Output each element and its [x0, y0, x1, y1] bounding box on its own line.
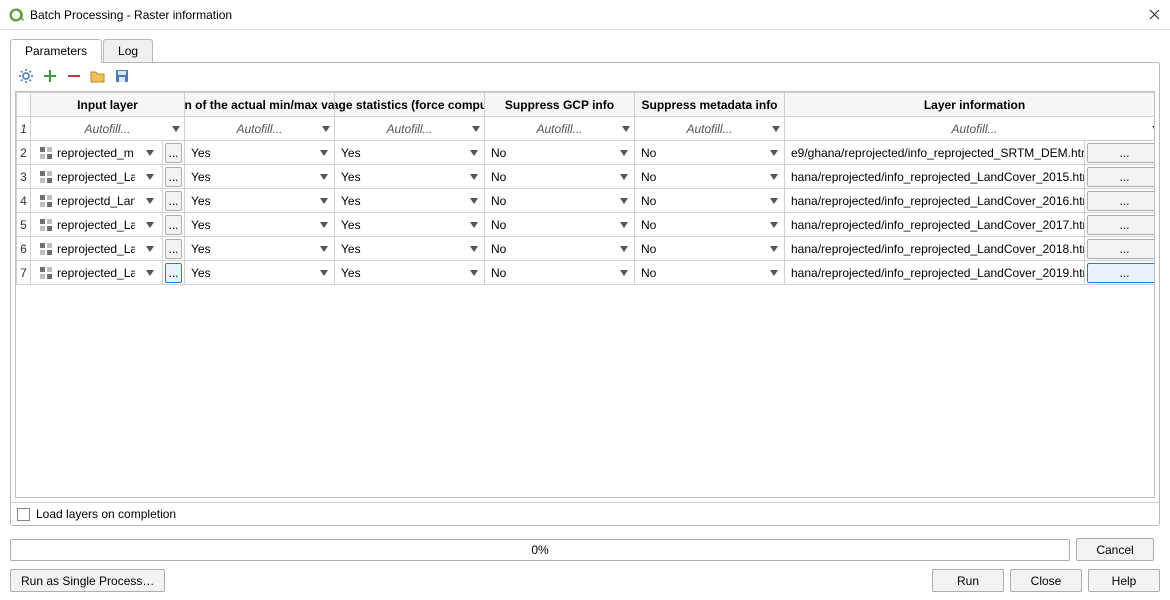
close-icon[interactable] [1146, 7, 1162, 23]
stats-combo[interactable]: Yes [335, 218, 484, 232]
gcp-combo[interactable]: No [485, 218, 634, 232]
advanced-icon[interactable] [17, 67, 35, 85]
input-layer-combo[interactable]: reprojected_La [33, 165, 160, 188]
raster-icon [39, 218, 53, 232]
remove-row-icon[interactable] [65, 67, 83, 85]
stats-combo[interactable]: Yes [335, 242, 484, 256]
add-row-icon[interactable] [41, 67, 59, 85]
output-path-field[interactable]: e9/ghana/reprojected/info_reprojected_SR… [785, 141, 1085, 165]
header-meta: Suppress metadata info [635, 93, 784, 116]
stats-combo[interactable]: Yes [335, 170, 484, 184]
meta-combo[interactable]: No [635, 242, 784, 256]
autofill-info[interactable]: Autofill... [785, 117, 1155, 140]
output-browse-button[interactable]: ... [1087, 143, 1155, 163]
help-button[interactable]: Help [1088, 569, 1160, 592]
row-number: 5 [17, 213, 31, 237]
progress-bar: 0% [10, 539, 1070, 561]
input-layer-combo[interactable]: reprojectd_Lan [33, 189, 160, 212]
qgis-icon [8, 7, 24, 23]
autofill-minmax[interactable]: Autofill... [185, 117, 334, 140]
stats-combo[interactable]: Yes [335, 194, 484, 208]
input-layer-combo[interactable]: reprojected_La [33, 237, 160, 260]
output-path-field[interactable]: hana/reprojected/info_reprojected_LandCo… [785, 213, 1085, 237]
minmax-combo[interactable]: Yes [185, 266, 334, 280]
cancel-button[interactable]: Cancel [1076, 538, 1154, 561]
run-button[interactable]: Run [932, 569, 1004, 592]
input-browse-button[interactable]: ... [165, 167, 182, 187]
output-path-field[interactable]: hana/reprojected/info_reprojected_LandCo… [785, 165, 1085, 189]
meta-combo[interactable]: No [635, 266, 784, 280]
autofill-gcp[interactable]: Autofill... [485, 117, 634, 140]
input-layer-combo[interactable]: reprojected_La [33, 261, 160, 284]
output-browse-button[interactable]: ... [1087, 167, 1155, 187]
header-minmax: n of the actual min/max va [185, 93, 334, 116]
footer: 0% Cancel Run as Single Process… Run Clo… [0, 532, 1170, 600]
output-browse-button[interactable]: ... [1087, 263, 1155, 283]
input-browse-button[interactable]: ... [165, 215, 182, 235]
row-number: 7 [17, 261, 31, 285]
gcp-combo[interactable]: No [485, 146, 634, 160]
toolbar [11, 63, 1159, 89]
input-browse-button[interactable]: ... [165, 191, 182, 211]
meta-combo[interactable]: No [635, 146, 784, 160]
minmax-combo[interactable]: Yes [185, 218, 334, 232]
input-browse-button[interactable]: ... [165, 239, 182, 259]
input-browse-button[interactable]: ... [165, 263, 182, 283]
gcp-combo[interactable]: No [485, 194, 634, 208]
gcp-combo[interactable]: No [485, 242, 634, 256]
save-icon[interactable] [113, 67, 131, 85]
gcp-combo[interactable]: No [485, 266, 634, 280]
autofill-meta[interactable]: Autofill... [635, 117, 784, 140]
raster-icon [39, 242, 53, 256]
stats-combo[interactable]: Yes [335, 266, 484, 280]
header-info: Layer information [785, 93, 1155, 116]
minmax-combo[interactable]: Yes [185, 170, 334, 184]
minmax-combo[interactable]: Yes [185, 242, 334, 256]
input-layer-combo[interactable]: reprojected_m [33, 141, 160, 164]
load-on-completion-row: Load layers on completion [11, 502, 1159, 525]
autofill-stats[interactable]: Autofill... [335, 117, 484, 140]
raster-icon [39, 170, 53, 184]
output-browse-button[interactable]: ... [1087, 215, 1155, 235]
row-number: 6 [17, 237, 31, 261]
open-icon[interactable] [89, 67, 107, 85]
header-stats: age statistics (force compu [335, 93, 484, 116]
header-gcp: Suppress GCP info [485, 93, 634, 116]
output-path-field[interactable]: hana/reprojected/info_reprojected_LandCo… [785, 261, 1085, 285]
gcp-combo[interactable]: No [485, 170, 634, 184]
minmax-combo[interactable]: Yes [185, 194, 334, 208]
window-title: Batch Processing - Raster information [30, 8, 1146, 22]
meta-combo[interactable]: No [635, 218, 784, 232]
meta-combo[interactable]: No [635, 170, 784, 184]
tab-panel: Input layer n of the actual min/max va a… [10, 62, 1160, 526]
raster-icon [39, 146, 53, 160]
header-input-layer: Input layer [31, 93, 184, 116]
stats-combo[interactable]: Yes [335, 146, 484, 160]
batch-grid: Input layer n of the actual min/max va a… [15, 91, 1155, 498]
meta-combo[interactable]: No [635, 194, 784, 208]
output-browse-button[interactable]: ... [1087, 191, 1155, 211]
title-bar: Batch Processing - Raster information [0, 0, 1170, 30]
load-on-completion-checkbox[interactable] [17, 508, 30, 521]
row-number: 4 [17, 189, 31, 213]
run-single-button[interactable]: Run as Single Process… [10, 569, 165, 592]
output-path-field[interactable]: hana/reprojected/info_reprojected_LandCo… [785, 237, 1085, 261]
row-number: 3 [17, 165, 31, 189]
tab-parameters[interactable]: Parameters [10, 39, 102, 63]
close-button[interactable]: Close [1010, 569, 1082, 592]
row-number: 1 [17, 117, 31, 141]
input-layer-combo[interactable]: reprojected_La [33, 213, 160, 236]
output-path-field[interactable]: hana/reprojected/info_reprojected_LandCo… [785, 189, 1085, 213]
tab-log[interactable]: Log [103, 39, 153, 63]
output-browse-button[interactable]: ... [1087, 239, 1155, 259]
input-browse-button[interactable]: ... [165, 143, 182, 163]
raster-icon [39, 194, 53, 208]
content-area: Parameters Log [0, 30, 1170, 532]
tabs: Parameters Log [10, 38, 1160, 62]
autofill-input[interactable]: Autofill... [31, 117, 184, 140]
row-number: 2 [17, 141, 31, 165]
minmax-combo[interactable]: Yes [185, 146, 334, 160]
raster-icon [39, 266, 53, 280]
load-on-completion-label: Load layers on completion [36, 507, 176, 521]
